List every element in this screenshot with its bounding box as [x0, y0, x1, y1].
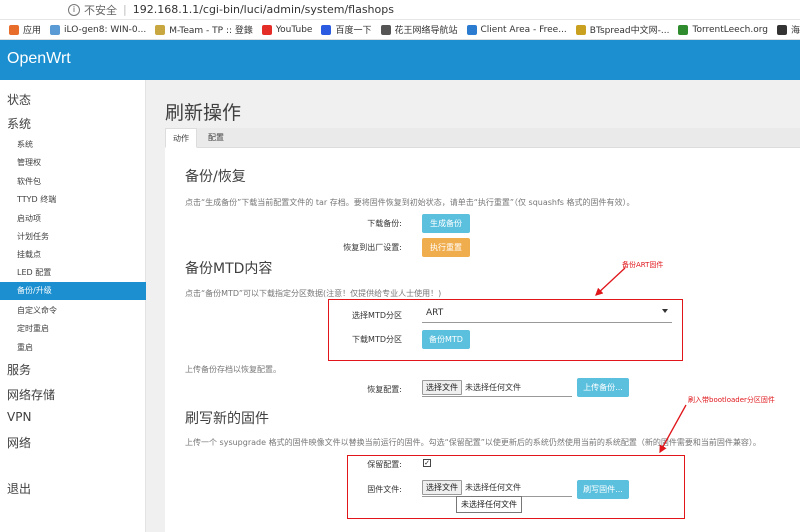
- nav-vpn[interactable]: VPN: [7, 410, 31, 424]
- bookmark-item[interactable]: YouTube: [261, 24, 313, 35]
- flash-highlight-box: [347, 455, 685, 519]
- brand-logo[interactable]: OpenWrt: [7, 50, 71, 68]
- nav-sub-backup-upgrade[interactable]: 备份/升级: [0, 282, 146, 300]
- restore-file-input[interactable]: 选择文件 未选择任何文件: [422, 379, 572, 397]
- address-bar[interactable]: i 不安全 | 192.168.1.1/cgi-bin/luci/admin/s…: [0, 0, 800, 20]
- mtd-section-title: 备份MTD内容: [185, 261, 273, 277]
- nav-logout[interactable]: 退出: [7, 480, 31, 497]
- bookmark-label: 百度一下: [335, 26, 372, 36]
- nav-sub-custom-commands[interactable]: 自定义命令: [17, 305, 57, 316]
- tab-configuration[interactable]: 配置: [201, 128, 231, 148]
- upload-backup-button[interactable]: 上传备份...: [577, 378, 629, 397]
- bookmark-item[interactable]: 应用: [9, 23, 41, 36]
- nav-sub-system[interactable]: 系统: [17, 139, 33, 150]
- nav-sub-led[interactable]: LED 配置: [17, 267, 51, 278]
- top-header: OpenWrt: [0, 40, 800, 80]
- bookmark-item[interactable]: 百度一下: [321, 23, 372, 36]
- bookmark-label: 应用: [23, 26, 42, 36]
- tab-bar: 动作 配置: [165, 128, 800, 148]
- tab-actions[interactable]: 动作: [165, 128, 197, 148]
- bookmark-label: Client Area - Free...: [480, 24, 567, 35]
- page-icon: [155, 24, 166, 35]
- generate-backup-button[interactable]: 生成备份: [422, 214, 470, 233]
- bookmark-label: 花王网络导航站: [394, 26, 458, 36]
- page-title: 刷新操作: [165, 102, 242, 124]
- bookmark-label: iLO-gen8: WIN-0...: [64, 24, 147, 35]
- nav-services[interactable]: 服务: [7, 361, 31, 378]
- nav-sub-scheduled-reboot[interactable]: 定时重启: [17, 323, 49, 334]
- link-icon: [776, 24, 787, 35]
- url-text[interactable]: 192.168.1.1/cgi-bin/luci/admin/system/fl…: [133, 3, 394, 16]
- factory-reset-label: 恢复到出厂设置:: [343, 243, 402, 252]
- bookmark-item[interactable]: TorrentLeech.org: [678, 24, 768, 35]
- nav-storage[interactable]: 网络存储: [7, 386, 55, 403]
- sidebar: 状态 系统 系统 管理权 软件包 TTYD 终端 启动项 计划任务 挂载点 LE…: [0, 80, 146, 532]
- mtd-annotation: 备份ART固件: [622, 261, 664, 269]
- flash-description: 上传一个 sysupgrade 格式的固件映像文件以替换当前运行的固件。勾选“保…: [185, 438, 761, 447]
- fn-icon: [466, 24, 477, 35]
- mtd-description: 点击“备份MTD”可以下载指定分区数据(注意！仅提供给专业人士使用！): [185, 289, 442, 298]
- nav-sub-ttyd[interactable]: TTYD 终端: [17, 194, 56, 205]
- bt-icon: [575, 24, 586, 35]
- bookmark-item[interactable]: BTspread中文网-...: [575, 23, 670, 36]
- nav-sub-admin[interactable]: 管理权: [17, 157, 41, 168]
- restore-config-label: 恢复配置:: [367, 385, 402, 394]
- bookmark-label: TorrentLeech.org: [692, 24, 768, 35]
- nav-sub-software[interactable]: 软件包: [17, 176, 41, 187]
- nav-sub-reboot[interactable]: 重启: [17, 342, 33, 353]
- restore-choose-file-button[interactable]: 选择文件: [422, 380, 462, 395]
- address-divider: |: [123, 3, 127, 16]
- bookmark-item[interactable]: iLO-gen8: WIN-0...: [50, 24, 147, 35]
- baidu-icon: [321, 24, 332, 35]
- bookmark-item[interactable]: Client Area - Free...: [466, 24, 567, 35]
- restore-no-file-text: 未选择任何文件: [465, 383, 521, 392]
- download-backup-label: 下载备份:: [367, 219, 402, 228]
- bookmarks-bar: 应用 iLO-gen8: WIN-0... M-Team - TP :: 登錄 You…: [0, 20, 800, 40]
- tl-icon: [678, 24, 689, 35]
- mtd-highlight-box: [328, 299, 683, 361]
- bookmark-item[interactable]: 花王网络导航站: [380, 23, 458, 36]
- backup-section-title: 备份/恢复: [185, 169, 246, 185]
- hp-icon: [50, 24, 61, 35]
- backup-description: 点击“生成备份”下载当前配置文件的 tar 存档。要将固件恢复到初始状态，请单击…: [185, 198, 635, 207]
- factory-reset-button[interactable]: 执行重置: [422, 238, 470, 257]
- flash-section-title: 刷写新的固件: [185, 411, 269, 427]
- youtube-icon: [261, 24, 272, 35]
- nav-sub-cron[interactable]: 计划任务: [17, 231, 49, 242]
- bookmark-item[interactable]: 海豚湾1: [776, 23, 800, 36]
- flash-annotation: 刷入带bootloader分区固件: [688, 396, 775, 404]
- nav-sub-startup[interactable]: 启动项: [17, 213, 41, 224]
- nav-sub-mounts[interactable]: 挂载点: [17, 249, 41, 260]
- insecure-label: 不安全: [84, 3, 117, 17]
- restore-description: 上传备份存档以恢复配置。: [185, 365, 281, 374]
- bookmark-label: YouTube: [275, 24, 313, 35]
- nav-system[interactable]: 系统: [7, 115, 31, 132]
- bookmark-label: M-Team - TP :: 登錄: [169, 26, 253, 36]
- nav-network[interactable]: 网络: [7, 434, 31, 451]
- nav-status[interactable]: 状态: [7, 91, 31, 108]
- apps-grid-icon: [9, 24, 19, 35]
- bookmark-item[interactable]: M-Team - TP :: 登錄: [155, 23, 253, 36]
- info-icon[interactable]: i: [68, 3, 80, 16]
- bookmark-label: BTspread中文网-...: [589, 26, 670, 36]
- globe-icon: [380, 24, 391, 35]
- bookmark-label: 海豚湾1: [790, 26, 800, 36]
